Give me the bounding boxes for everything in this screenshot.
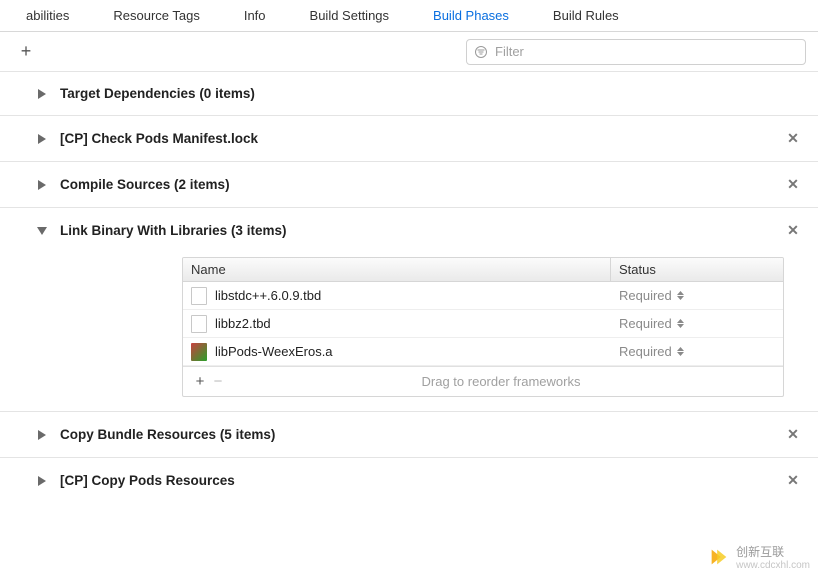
reorder-hint: Drag to reorder frameworks — [227, 374, 775, 389]
remove-phase-button[interactable]: ✕ — [784, 176, 802, 193]
stepper-icon — [676, 345, 686, 359]
remove-phase-button[interactable]: ✕ — [784, 222, 802, 239]
disclosure-triangle-icon[interactable] — [36, 179, 48, 191]
table-row[interactable]: libPods-WeexEros.a Required — [183, 338, 783, 366]
file-icon — [191, 315, 207, 333]
add-library-button[interactable]: + — [191, 373, 209, 390]
tab-info[interactable]: Info — [222, 0, 288, 32]
phase-header[interactable]: [CP] Check Pods Manifest.lock ✕ — [36, 130, 802, 147]
remove-phase-button[interactable]: ✕ — [784, 130, 802, 147]
toolbar: + — [0, 32, 818, 72]
disclosure-triangle-icon[interactable] — [36, 133, 48, 145]
phase-header[interactable]: Target Dependencies (0 items) — [36, 86, 802, 101]
tab-abilities[interactable]: abilities — [4, 0, 91, 32]
tab-build-phases[interactable]: Build Phases — [411, 0, 531, 32]
phase-title: Compile Sources (2 items) — [60, 177, 776, 192]
stepper-icon — [676, 317, 686, 331]
table-header-row: Name Status — [183, 258, 783, 282]
tab-resource-tags[interactable]: Resource Tags — [91, 0, 221, 32]
library-name: libbz2.tbd — [215, 316, 271, 331]
filter-field-wrap — [466, 39, 806, 65]
watermark-url: www.cdcxhl.com — [736, 560, 810, 571]
library-archive-icon — [191, 343, 207, 361]
status-select[interactable]: Required — [611, 288, 783, 303]
phase-section-copy-pods-resources: [CP] Copy Pods Resources ✕ — [0, 458, 818, 503]
watermark-logo-icon — [708, 546, 730, 568]
phase-title: Link Binary With Libraries (3 items) — [60, 223, 776, 238]
filter-icon — [473, 44, 489, 60]
remove-phase-button[interactable]: ✕ — [784, 426, 802, 443]
phase-title: [CP] Check Pods Manifest.lock — [60, 131, 776, 146]
phase-header[interactable]: Link Binary With Libraries (3 items) ✕ — [36, 222, 802, 239]
remove-library-button[interactable]: − — [209, 373, 227, 390]
phase-section-target-dependencies: Target Dependencies (0 items) — [0, 72, 818, 116]
phase-title: [CP] Copy Pods Resources — [60, 473, 776, 488]
phase-section-compile-sources: Compile Sources (2 items) ✕ — [0, 162, 818, 208]
filter-input[interactable] — [493, 43, 799, 60]
library-name: libstdc++.6.0.9.tbd — [215, 288, 321, 303]
tab-bar: abilities Resource Tags Info Build Setti… — [0, 0, 818, 32]
disclosure-triangle-icon[interactable] — [36, 429, 48, 441]
table-footer: + − Drag to reorder frameworks — [183, 366, 783, 396]
disclosure-triangle-icon[interactable] — [36, 88, 48, 100]
watermark: 创新互联 www.cdcxhl.com — [708, 543, 810, 571]
phase-title: Copy Bundle Resources (5 items) — [60, 427, 776, 442]
file-icon — [191, 287, 207, 305]
add-phase-button[interactable]: + — [16, 41, 36, 62]
tab-build-settings[interactable]: Build Settings — [288, 0, 412, 32]
column-header-status[interactable]: Status — [611, 258, 783, 281]
phase-section-copy-bundle-resources: Copy Bundle Resources (5 items) ✕ — [0, 412, 818, 458]
phase-section-check-pods-manifest: [CP] Check Pods Manifest.lock ✕ — [0, 116, 818, 162]
library-name: libPods-WeexEros.a — [215, 344, 333, 359]
phase-header[interactable]: Copy Bundle Resources (5 items) ✕ — [36, 426, 802, 443]
phase-header[interactable]: Compile Sources (2 items) ✕ — [36, 176, 802, 193]
tab-build-rules[interactable]: Build Rules — [531, 0, 641, 32]
status-select[interactable]: Required — [611, 344, 783, 359]
column-header-name[interactable]: Name — [183, 258, 611, 281]
table-row[interactable]: libstdc++.6.0.9.tbd Required — [183, 282, 783, 310]
phase-header[interactable]: [CP] Copy Pods Resources ✕ — [36, 472, 802, 489]
disclosure-triangle-icon[interactable] — [36, 225, 48, 237]
status-select[interactable]: Required — [611, 316, 783, 331]
disclosure-triangle-icon[interactable] — [36, 475, 48, 487]
link-libraries-table: Name Status libstdc++.6.0.9.tbd Required — [182, 257, 784, 397]
watermark-text: 创新互联 — [736, 543, 810, 560]
phase-title: Target Dependencies (0 items) — [60, 86, 802, 101]
table-row[interactable]: libbz2.tbd Required — [183, 310, 783, 338]
stepper-icon — [676, 289, 686, 303]
phase-section-link-binary: Link Binary With Libraries (3 items) ✕ N… — [0, 208, 818, 412]
remove-phase-button[interactable]: ✕ — [784, 472, 802, 489]
